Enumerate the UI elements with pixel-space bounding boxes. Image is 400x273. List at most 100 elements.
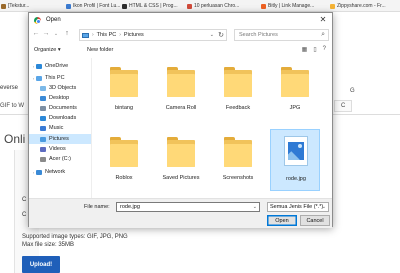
- new-folder-button[interactable]: New folder: [87, 47, 113, 53]
- bookmark-favicon-icon: [330, 3, 335, 9]
- nav-item-label: OneDrive: [45, 63, 69, 69]
- help-icon[interactable]: ?: [323, 46, 326, 53]
- 3d-objects-icon: [40, 85, 46, 91]
- downloads-icon: [40, 115, 46, 121]
- open-file-dialog: Open ✕ ← → ⌄ ↑ › This PC › Pictures ⌄ ↻ …: [28, 12, 333, 228]
- nav-item-label: Music: [49, 125, 64, 131]
- file-label: Camera Roll: [165, 105, 197, 111]
- supported-types-text: Supported image types: GIF, JPG, PNG: [22, 234, 128, 240]
- file-label: bintang: [114, 105, 134, 111]
- bookmark-label: 10 perluasan Chro...: [194, 3, 240, 9]
- nav-item-onedrive[interactable]: › OneDrive: [29, 61, 91, 71]
- folder-icon: [224, 67, 252, 97]
- pictures-icon: [40, 136, 46, 142]
- preview-pane-icon[interactable]: ▯: [313, 46, 316, 53]
- upload-button[interactable]: Upload!: [22, 256, 60, 273]
- file-item[interactable]: rode.jpg: [270, 129, 320, 191]
- breadcrumb-pictures[interactable]: Pictures: [124, 32, 144, 38]
- bookmark-item[interactable]: Zippyshare.com - Fr...: [330, 3, 386, 9]
- bookmark-favicon-icon: [66, 3, 71, 9]
- folder-item[interactable]: Camera Roll: [156, 59, 206, 121]
- address-dropdown-icon[interactable]: ⌄: [210, 32, 214, 38]
- nav-item-3d-objects[interactable]: 3D Objects: [29, 83, 91, 93]
- music-icon: [40, 125, 46, 131]
- nav-item-label: Acer (C:): [49, 156, 71, 162]
- file-type-dropdown-icon: ⌄: [321, 204, 326, 210]
- max-size-text: Max file size: 35MB: [22, 242, 75, 248]
- background-tab-gif[interactable]: GIF to W: [0, 103, 24, 109]
- file-label: Feedback: [225, 105, 251, 111]
- pc-icon: [82, 32, 89, 38]
- search-placeholder: Search Pictures: [239, 32, 278, 38]
- address-row: ← → ⌄ ↑ › This PC › Pictures ⌄ ↻ Search …: [29, 28, 332, 42]
- bookmark-label: Ikon Profil | Font Lu...: [73, 3, 121, 9]
- folder-item[interactable]: bintang: [99, 59, 149, 121]
- nav-item-label: This PC: [45, 75, 65, 81]
- nav-item-downloads[interactable]: Downloads: [29, 113, 91, 123]
- navigation-pane: › OneDrive › This PC 3D Objects Desktop Docume…: [29, 58, 92, 198]
- nav-item-network[interactable]: › Network: [29, 167, 91, 177]
- dialog-titlebar[interactable]: Open ✕: [29, 13, 332, 27]
- file-name-input[interactable]: rode.jpg ⌄: [116, 202, 260, 212]
- view-options-icon[interactable]: ▦: [302, 46, 308, 53]
- folder-item[interactable]: Roblox: [99, 129, 149, 191]
- bookmark-label: Zippyshare.com - Fr...: [337, 3, 386, 9]
- bookmark-label: Bitly | Link Manage...: [268, 3, 315, 9]
- folder-item[interactable]: Feedback: [213, 59, 263, 121]
- refresh-icon[interactable]: ↻: [218, 31, 224, 39]
- bookmark-favicon-icon: [261, 3, 266, 9]
- file-label: Saved Pictures: [162, 175, 200, 181]
- search-input[interactable]: Search Pictures ⌕: [234, 29, 329, 41]
- bookmarks-bar: [Tekstur... Ikon Profil | Font Lu... HTM…: [0, 0, 400, 12]
- bookmark-item[interactable]: Bitly | Link Manage...: [261, 3, 314, 9]
- bookmark-favicon-icon: [1, 3, 6, 9]
- folder-icon: [167, 67, 195, 97]
- bookmark-item[interactable]: HTML & CSS | Prog...: [122, 3, 178, 9]
- folder-icon: [281, 67, 309, 97]
- file-label: JPG: [289, 105, 301, 111]
- organize-button[interactable]: Organize ▾: [34, 47, 61, 53]
- pc-icon: [36, 75, 42, 81]
- image-file-icon: [284, 136, 308, 166]
- videos-icon: [40, 146, 46, 152]
- background-nav-text: everse: [0, 85, 19, 91]
- file-list: bintang Camera Roll Feedback JPG Roblox Saved…: [99, 59, 329, 199]
- nav-item-acer-c[interactable]: Acer (C:): [29, 154, 91, 164]
- nav-item-desktop[interactable]: Desktop: [29, 93, 91, 103]
- open-button[interactable]: Open: [267, 215, 297, 226]
- folder-item[interactable]: Screenshots: [213, 129, 263, 191]
- bookmark-item[interactable]: 10 perluasan Chro...: [187, 3, 239, 9]
- nav-item-label: Network: [45, 169, 66, 175]
- nav-item-label: 3D Objects: [49, 85, 77, 91]
- bookmark-favicon-icon: [187, 3, 192, 9]
- background-tab-right[interactable]: C: [334, 100, 353, 112]
- breadcrumb-separator-icon: ›: [92, 32, 94, 38]
- file-name-dropdown-icon[interactable]: ⌄: [253, 204, 257, 210]
- bookmark-item[interactable]: [Tekstur...: [1, 3, 29, 9]
- up-arrow-icon[interactable]: ↑: [63, 30, 71, 37]
- bookmark-favicon-icon: [122, 3, 127, 9]
- address-bar[interactable]: › This PC › Pictures ⌄ ↻: [79, 29, 227, 41]
- documents-icon: [40, 105, 46, 111]
- recent-chevron-icon[interactable]: ⌄: [52, 31, 60, 37]
- nav-item-this-pc[interactable]: › This PC: [29, 73, 91, 83]
- desktop-icon: [40, 95, 46, 101]
- nav-item-pictures[interactable]: Pictures: [29, 134, 91, 144]
- nav-item-documents[interactable]: Documents: [29, 103, 91, 113]
- nav-item-music[interactable]: Music: [29, 123, 91, 133]
- nav-item-videos[interactable]: Videos: [29, 144, 91, 154]
- back-arrow-icon[interactable]: ←: [32, 30, 40, 37]
- search-icon: ⌕: [321, 31, 325, 38]
- file-type-select[interactable]: Semua Jenis File (*.*) ⌄: [267, 202, 329, 212]
- close-icon[interactable]: ✕: [317, 14, 329, 25]
- file-name-value: rode.jpg: [120, 204, 140, 210]
- dialog-footer: File name: rode.jpg ⌄ Semua Jenis File (…: [29, 198, 332, 228]
- folder-item[interactable]: Saved Pictures: [156, 129, 206, 191]
- folder-item[interactable]: JPG: [270, 59, 320, 121]
- network-icon: [36, 169, 42, 175]
- bookmark-item[interactable]: Ikon Profil | Font Lu...: [66, 3, 120, 9]
- breadcrumb-this-pc[interactable]: This PC: [97, 32, 117, 38]
- cancel-button[interactable]: Cancel: [300, 215, 330, 226]
- nav-item-label: Desktop: [49, 95, 70, 101]
- forward-arrow-icon[interactable]: →: [42, 30, 50, 37]
